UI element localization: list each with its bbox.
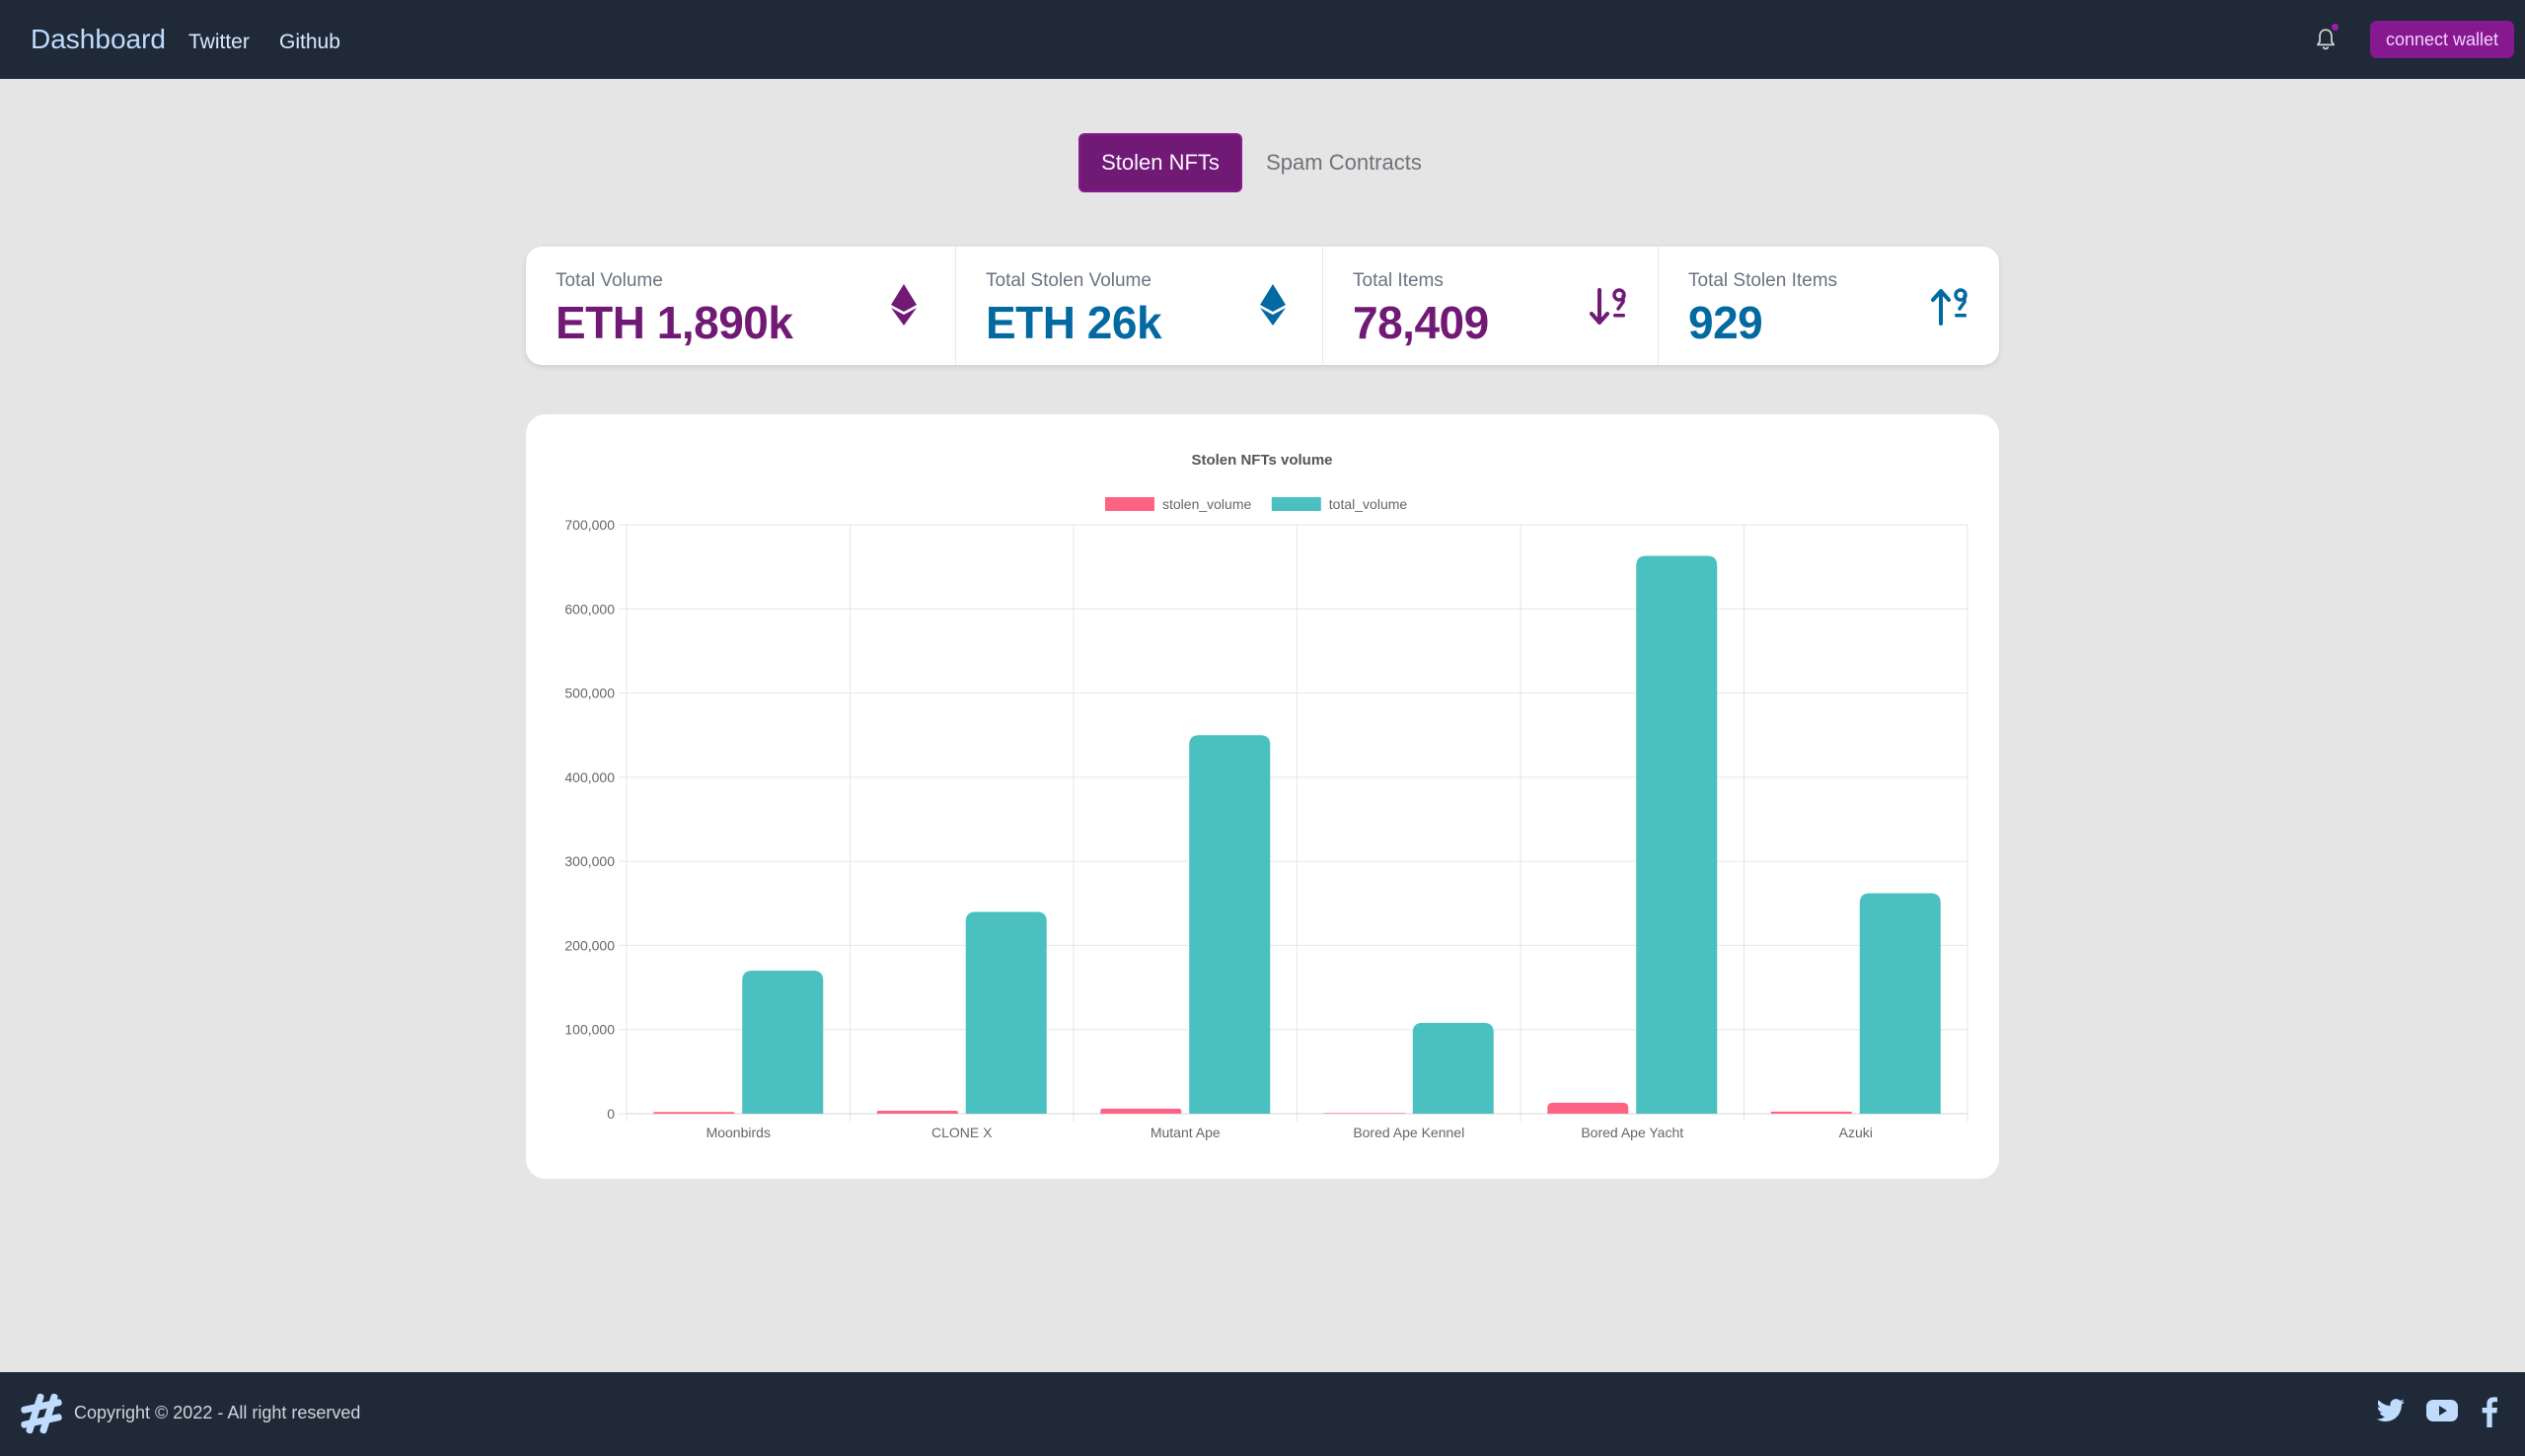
stat-total-stolen-items: Total Stolen Items 929	[1658, 247, 1999, 365]
stat-value: 929	[1688, 297, 1763, 348]
legend-label[interactable]: total_volume	[1329, 496, 1408, 512]
bar-total_volume[interactable]	[742, 971, 824, 1114]
stolen-nfts-volume-chart: 0 100,000 200,000 300,000 400,000 500,000 600,…	[564, 452, 1968, 1140]
y-tick-label: 0	[607, 1106, 615, 1122]
bar-total_volume[interactable]	[1636, 555, 1718, 1114]
stat-value: 78,409	[1353, 297, 1489, 348]
chart-title: Stolen NFTs volume	[1191, 452, 1332, 469]
chart-card: 0 100,000 200,000 300,000 400,000 500,000 600,…	[526, 414, 1999, 1179]
x-tick-label: Azuki	[1839, 1125, 1873, 1140]
stat-total-stolen-volume: Total Stolen Volume ETH 26k	[955, 247, 1322, 365]
bar-stolen_volume[interactable]	[1323, 1113, 1405, 1114]
bar-total_volume[interactable]	[965, 911, 1047, 1114]
bar-stolen_volume[interactable]	[1547, 1102, 1629, 1114]
ethereum-icon	[1260, 284, 1286, 326]
y-tick-label: 400,000	[564, 769, 615, 785]
bar-stolen_volume[interactable]	[1100, 1108, 1182, 1114]
legend-swatch	[1105, 497, 1154, 511]
twitter-icon[interactable]	[2376, 1396, 2406, 1425]
x-tick-label: Bored Ape Yacht	[1581, 1125, 1683, 1140]
stat-value: ETH 26k	[986, 297, 1162, 348]
bar-total_volume[interactable]	[1412, 1022, 1494, 1114]
stat-value: ETH 1,890k	[556, 297, 793, 348]
nav-link-twitter[interactable]: Twitter	[188, 31, 250, 54]
stat-title: Total Stolen Items	[1688, 270, 1838, 291]
y-tick-label: 600,000	[564, 601, 615, 617]
tab-stolen-nfts[interactable]: Stolen NFTs	[1078, 133, 1242, 192]
stat-total-volume: Total Volume ETH 1,890k	[526, 247, 955, 365]
stat-total-items: Total Items 78,409	[1322, 247, 1658, 365]
y-tick-label: 300,000	[564, 853, 615, 869]
brand-dashboard[interactable]: Dashboard	[31, 24, 166, 55]
connect-wallet-button[interactable]: connect wallet	[2370, 21, 2514, 58]
y-tick-label: 700,000	[564, 517, 615, 533]
copyright-text: Copyright © 2022 - All right reserved	[74, 1403, 361, 1422]
stat-title: Total Items	[1353, 270, 1444, 291]
bar-total_volume[interactable]	[1189, 735, 1271, 1114]
legend-label[interactable]: stolen_volume	[1162, 496, 1251, 512]
footer: Copyright © 2022 - All right reserved	[0, 1372, 2525, 1456]
stats-panel: Total Volume ETH 1,890k Total Stolen Vol…	[526, 247, 1999, 365]
ethereum-icon	[891, 284, 917, 326]
chart-legend: stolen_volume total_volume	[1105, 496, 1407, 512]
notification-badge	[2330, 22, 2340, 33]
x-tick-label: Mutant Ape	[1151, 1125, 1221, 1140]
y-tick-label: 100,000	[564, 1022, 615, 1038]
nav-link-github[interactable]: Github	[279, 31, 340, 54]
bar-total_volume[interactable]	[1859, 893, 1941, 1114]
stat-title: Total Stolen Volume	[986, 270, 1151, 291]
sort-ascending-icon	[1931, 288, 1968, 326]
sort-descending-icon	[1590, 288, 1626, 325]
x-tick-label: Moonbirds	[706, 1125, 771, 1140]
y-tick-label: 200,000	[564, 937, 615, 953]
bar-stolen_volume[interactable]	[1770, 1111, 1852, 1114]
bar-stolen_volume[interactable]	[876, 1111, 958, 1114]
facebook-icon[interactable]	[2479, 1396, 2500, 1427]
legend-swatch	[1271, 497, 1321, 511]
x-tick-label: Bored Ape Kennel	[1353, 1125, 1464, 1140]
top-navbar: Dashboard Twitter Github connect wallet	[0, 0, 2525, 79]
youtube-icon[interactable]	[2426, 1397, 2458, 1424]
x-tick-label: CLONE X	[931, 1125, 993, 1140]
y-tick-label: 500,000	[564, 686, 615, 701]
bar-stolen_volume[interactable]	[653, 1112, 735, 1114]
hashtag-logo-icon	[21, 1393, 62, 1434]
stat-title: Total Volume	[556, 270, 663, 291]
tab-spam-contracts[interactable]: Spam Contracts	[1255, 133, 1433, 192]
